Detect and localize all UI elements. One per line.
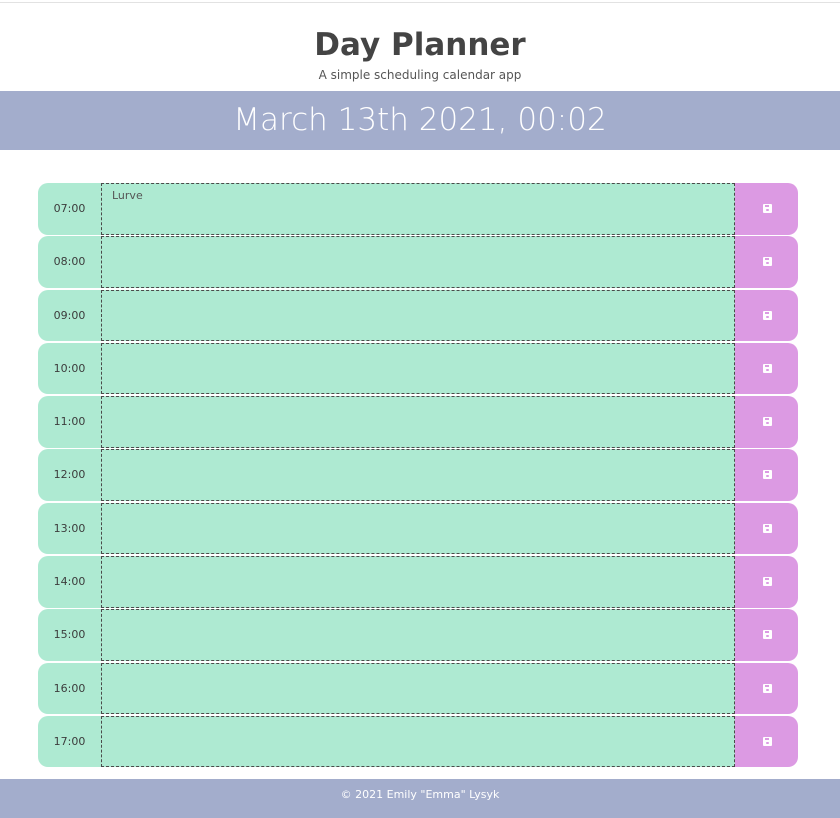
- time-block-row: 15:00: [38, 609, 798, 661]
- floppy-disk-icon: [763, 577, 772, 587]
- save-button[interactable]: [735, 609, 798, 661]
- hour-label: 08:00: [38, 236, 101, 288]
- floppy-disk-icon: [763, 683, 772, 693]
- hour-label: 07:00: [38, 183, 101, 235]
- event-textarea[interactable]: [101, 556, 735, 608]
- time-block-row: 10:00: [38, 342, 798, 395]
- time-block-row: 17:00: [38, 715, 798, 768]
- floppy-disk-icon: [763, 417, 772, 427]
- event-textarea[interactable]: [101, 342, 735, 395]
- hour-label: 17:00: [38, 715, 101, 768]
- planner-grid: 07:00 Lurve 08:00 09:00 10:00 11:00 12:0…: [38, 183, 798, 769]
- save-button[interactable]: [735, 289, 798, 342]
- hour-label: 14:00: [38, 556, 101, 608]
- hour-label: 09:00: [38, 289, 101, 342]
- time-block-row: 16:00: [38, 662, 798, 715]
- hour-label: 13:00: [38, 502, 101, 555]
- event-textarea[interactable]: [101, 715, 735, 768]
- page-footer: © 2021 Emily "Emma" Lysyk: [0, 779, 840, 818]
- event-textarea[interactable]: [101, 289, 735, 342]
- time-block-row: 09:00: [38, 289, 798, 342]
- app-subtitle: A simple scheduling calendar app: [318, 68, 522, 82]
- floppy-disk-icon: [763, 470, 772, 480]
- page-header: Day Planner A simple scheduling calendar…: [0, 0, 840, 91]
- event-textarea[interactable]: [101, 236, 735, 288]
- event-textarea[interactable]: [101, 662, 735, 715]
- save-button[interactable]: [735, 449, 798, 501]
- time-block-row: 12:00: [38, 449, 798, 501]
- save-button[interactable]: [735, 715, 798, 768]
- hour-label: 15:00: [38, 609, 101, 661]
- event-textarea[interactable]: [101, 396, 735, 448]
- save-button[interactable]: [735, 236, 798, 288]
- hour-label: 11:00: [38, 396, 101, 448]
- floppy-disk-icon: [763, 257, 772, 267]
- save-button[interactable]: [735, 342, 798, 395]
- time-block-row: 11:00: [38, 396, 798, 448]
- save-button[interactable]: [735, 396, 798, 448]
- floppy-disk-icon: [763, 630, 772, 640]
- floppy-disk-icon: [763, 523, 772, 533]
- hour-label: 10:00: [38, 342, 101, 395]
- event-textarea[interactable]: [101, 609, 735, 661]
- time-block-row: 07:00 Lurve: [38, 183, 798, 235]
- floppy-disk-icon: [763, 363, 772, 373]
- time-block-row: 13:00: [38, 502, 798, 555]
- time-block-row: 08:00: [38, 236, 798, 288]
- save-button[interactable]: [735, 662, 798, 715]
- hour-label: 16:00: [38, 662, 101, 715]
- floppy-disk-icon: [763, 310, 772, 320]
- hour-label: 12:00: [38, 449, 101, 501]
- current-date: March 13th 2021, 00:02: [233, 102, 607, 138]
- event-textarea[interactable]: [101, 502, 735, 555]
- date-banner: March 13th 2021, 00:02: [0, 91, 840, 150]
- event-textarea[interactable]: [101, 449, 735, 501]
- app-title: Day Planner: [314, 27, 526, 63]
- floppy-disk-icon: [763, 204, 772, 213]
- floppy-disk-icon: [763, 736, 772, 746]
- event-textarea[interactable]: Lurve: [101, 183, 735, 235]
- save-button[interactable]: [735, 502, 798, 555]
- time-block-row: 14:00: [38, 556, 798, 608]
- save-button[interactable]: [735, 183, 798, 235]
- save-button[interactable]: [735, 556, 798, 608]
- copyright-text: © 2021 Emily "Emma" Lysyk: [340, 788, 500, 801]
